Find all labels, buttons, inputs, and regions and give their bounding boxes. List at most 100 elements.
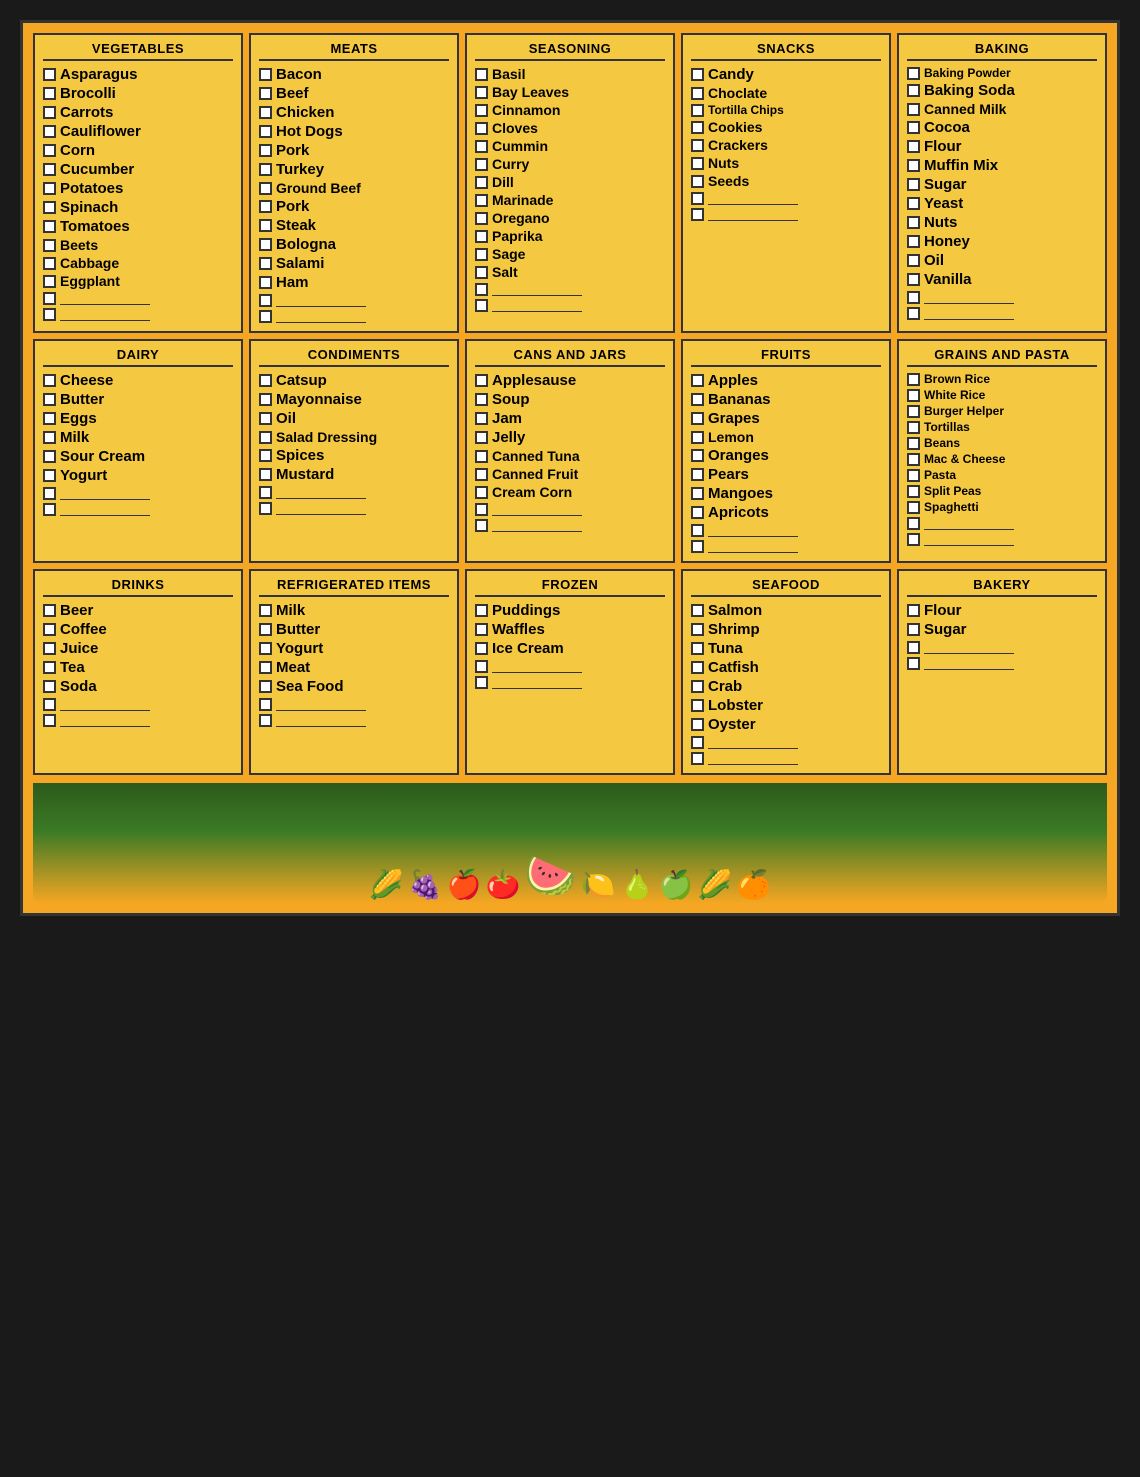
checkbox[interactable]	[907, 235, 920, 248]
checkbox[interactable]	[691, 752, 704, 765]
checkbox[interactable]	[907, 254, 920, 267]
checkbox[interactable]	[259, 276, 272, 289]
checkbox[interactable]	[259, 431, 272, 444]
checkbox[interactable]	[43, 182, 56, 195]
checkbox[interactable]	[907, 657, 920, 670]
checkbox[interactable]	[259, 714, 272, 727]
checkbox[interactable]	[259, 642, 272, 655]
checkbox[interactable]	[259, 698, 272, 711]
checkbox[interactable]	[259, 182, 272, 195]
checkbox[interactable]	[475, 468, 488, 481]
checkbox[interactable]	[691, 139, 704, 152]
checkbox[interactable]	[907, 291, 920, 304]
checkbox[interactable]	[475, 431, 488, 444]
checkbox[interactable]	[691, 699, 704, 712]
checkbox[interactable]	[907, 84, 920, 97]
checkbox[interactable]	[691, 661, 704, 674]
checkbox[interactable]	[475, 86, 488, 99]
checkbox[interactable]	[907, 623, 920, 636]
checkbox[interactable]	[43, 87, 56, 100]
checkbox[interactable]	[259, 106, 272, 119]
checkbox[interactable]	[907, 178, 920, 191]
checkbox[interactable]	[475, 412, 488, 425]
checkbox[interactable]	[475, 604, 488, 617]
checkbox[interactable]	[259, 238, 272, 251]
checkbox[interactable]	[907, 216, 920, 229]
checkbox[interactable]	[691, 431, 704, 444]
checkbox[interactable]	[475, 393, 488, 406]
checkbox[interactable]	[475, 194, 488, 207]
checkbox[interactable]	[475, 212, 488, 225]
checkbox[interactable]	[259, 393, 272, 406]
checkbox[interactable]	[691, 68, 704, 81]
checkbox[interactable]	[259, 219, 272, 232]
checkbox[interactable]	[907, 604, 920, 617]
checkbox[interactable]	[691, 468, 704, 481]
checkbox[interactable]	[691, 449, 704, 462]
checkbox[interactable]	[907, 159, 920, 172]
checkbox[interactable]	[691, 623, 704, 636]
checkbox[interactable]	[259, 257, 272, 270]
checkbox[interactable]	[475, 642, 488, 655]
checkbox[interactable]	[43, 220, 56, 233]
checkbox[interactable]	[43, 431, 56, 444]
checkbox[interactable]	[907, 517, 920, 530]
checkbox[interactable]	[691, 393, 704, 406]
checkbox[interactable]	[907, 103, 920, 116]
checkbox[interactable]	[43, 257, 56, 270]
checkbox[interactable]	[907, 641, 920, 654]
checkbox[interactable]	[475, 230, 488, 243]
checkbox[interactable]	[475, 266, 488, 279]
checkbox[interactable]	[43, 106, 56, 119]
checkbox[interactable]	[43, 163, 56, 176]
checkbox[interactable]	[691, 104, 704, 117]
checkbox[interactable]	[907, 533, 920, 546]
checkbox[interactable]	[475, 283, 488, 296]
checkbox[interactable]	[43, 308, 56, 321]
checkbox[interactable]	[259, 294, 272, 307]
checkbox[interactable]	[907, 437, 920, 450]
checkbox[interactable]	[691, 208, 704, 221]
checkbox[interactable]	[907, 67, 920, 80]
checkbox[interactable]	[259, 412, 272, 425]
checkbox[interactable]	[907, 121, 920, 134]
checkbox[interactable]	[43, 125, 56, 138]
checkbox[interactable]	[43, 144, 56, 157]
checkbox[interactable]	[691, 157, 704, 170]
checkbox[interactable]	[691, 540, 704, 553]
checkbox[interactable]	[475, 374, 488, 387]
checkbox[interactable]	[691, 604, 704, 617]
checkbox[interactable]	[475, 676, 488, 689]
checkbox[interactable]	[43, 68, 56, 81]
checkbox[interactable]	[691, 412, 704, 425]
checkbox[interactable]	[475, 519, 488, 532]
checkbox[interactable]	[907, 389, 920, 402]
checkbox[interactable]	[691, 175, 704, 188]
checkbox[interactable]	[259, 200, 272, 213]
checkbox[interactable]	[907, 421, 920, 434]
checkbox[interactable]	[475, 122, 488, 135]
checkbox[interactable]	[907, 453, 920, 466]
checkbox[interactable]	[259, 87, 272, 100]
checkbox[interactable]	[907, 469, 920, 482]
checkbox[interactable]	[43, 239, 56, 252]
checkbox[interactable]	[475, 248, 488, 261]
checkbox[interactable]	[259, 374, 272, 387]
checkbox[interactable]	[43, 487, 56, 500]
checkbox[interactable]	[43, 292, 56, 305]
checkbox[interactable]	[475, 660, 488, 673]
checkbox[interactable]	[43, 450, 56, 463]
checkbox[interactable]	[259, 449, 272, 462]
checkbox[interactable]	[259, 163, 272, 176]
checkbox[interactable]	[43, 201, 56, 214]
checkbox[interactable]	[475, 176, 488, 189]
checkbox[interactable]	[43, 661, 56, 674]
checkbox[interactable]	[907, 501, 920, 514]
checkbox[interactable]	[907, 485, 920, 498]
checkbox[interactable]	[259, 125, 272, 138]
checkbox[interactable]	[907, 307, 920, 320]
checkbox[interactable]	[259, 623, 272, 636]
checkbox[interactable]	[259, 144, 272, 157]
checkbox[interactable]	[259, 310, 272, 323]
checkbox[interactable]	[691, 506, 704, 519]
